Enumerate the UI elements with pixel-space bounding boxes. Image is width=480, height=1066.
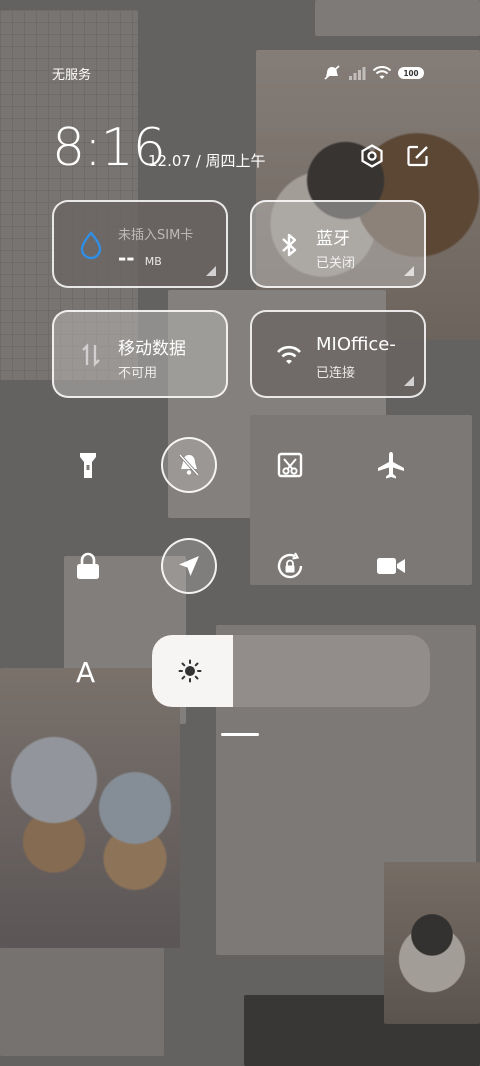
battery-icon: 100 — [398, 67, 424, 79]
airplane-icon — [378, 452, 404, 479]
location-toggle[interactable] — [161, 538, 217, 594]
brightness-slider[interactable] — [152, 635, 430, 707]
lock-icon — [77, 552, 99, 579]
water-drop-icon — [80, 231, 102, 260]
airplane-toggle[interactable] — [363, 437, 419, 493]
mobile-data-status: 不可用 — [118, 366, 158, 381]
bluetooth-tile[interactable]: 蓝牙 已关闭 — [250, 200, 426, 288]
flashlight-toggle[interactable] — [60, 437, 116, 493]
tile-corner-indicator — [404, 266, 414, 276]
panel-drag-handle[interactable] — [221, 733, 259, 736]
bluetooth-title: 蓝牙 — [316, 229, 350, 249]
bluetooth-icon — [282, 233, 297, 257]
screen-record-icon — [377, 558, 405, 574]
mute-status-icon — [324, 65, 340, 80]
mobile-data-tile[interactable]: 移动数据 不可用 — [52, 310, 228, 398]
wifi-icon — [277, 345, 301, 364]
mobile-data-icon — [82, 343, 100, 367]
tile-corner-indicator — [404, 376, 414, 386]
clock-date[interactable]: 12.07 / 周四上午 — [148, 150, 266, 171]
data-usage-unit: MB — [144, 255, 162, 268]
bluetooth-status: 已关闭 — [316, 256, 356, 271]
carrier-text: 无服务 — [52, 67, 92, 83]
lock-screen-toggle[interactable] — [60, 538, 116, 594]
settings-icon[interactable] — [360, 144, 384, 168]
location-icon — [179, 556, 199, 576]
brightness-sun-icon — [178, 659, 202, 683]
data-usage-value: -- — [118, 246, 135, 270]
wifi-status-icon — [372, 66, 392, 79]
wifi-status: 已连接 — [316, 366, 356, 381]
clock-header: 8:16 12.07 / 周四上午 — [52, 118, 430, 178]
tile-corner-indicator — [206, 266, 216, 276]
mute-bell-icon — [178, 453, 200, 477]
status-bar: 无服务 100 — [52, 62, 424, 84]
wifi-title: MIOffice- — [316, 334, 396, 355]
status-icons: 100 — [322, 65, 424, 81]
signal-icon — [349, 67, 366, 80]
battery-level: 100 — [403, 68, 419, 78]
data-usage-tile[interactable]: 未插入SIM卡 -- MB — [52, 200, 228, 288]
mute-toggle[interactable] — [161, 437, 217, 493]
rotation-lock-icon — [277, 552, 303, 579]
screenshot-icon — [277, 452, 303, 478]
data-usage-title: 未插入SIM卡 — [118, 228, 194, 243]
auto-brightness-button[interactable]: A — [76, 656, 95, 689]
flashlight-icon — [80, 453, 96, 478]
rotation-lock-toggle[interactable] — [262, 538, 318, 594]
edit-icon[interactable] — [406, 144, 430, 168]
screenshot-toggle[interactable] — [262, 437, 318, 493]
screen-record-toggle[interactable] — [363, 538, 419, 594]
mobile-data-title: 移动数据 — [118, 339, 186, 359]
wifi-tile[interactable]: MIOffice- 已连接 — [250, 310, 426, 398]
